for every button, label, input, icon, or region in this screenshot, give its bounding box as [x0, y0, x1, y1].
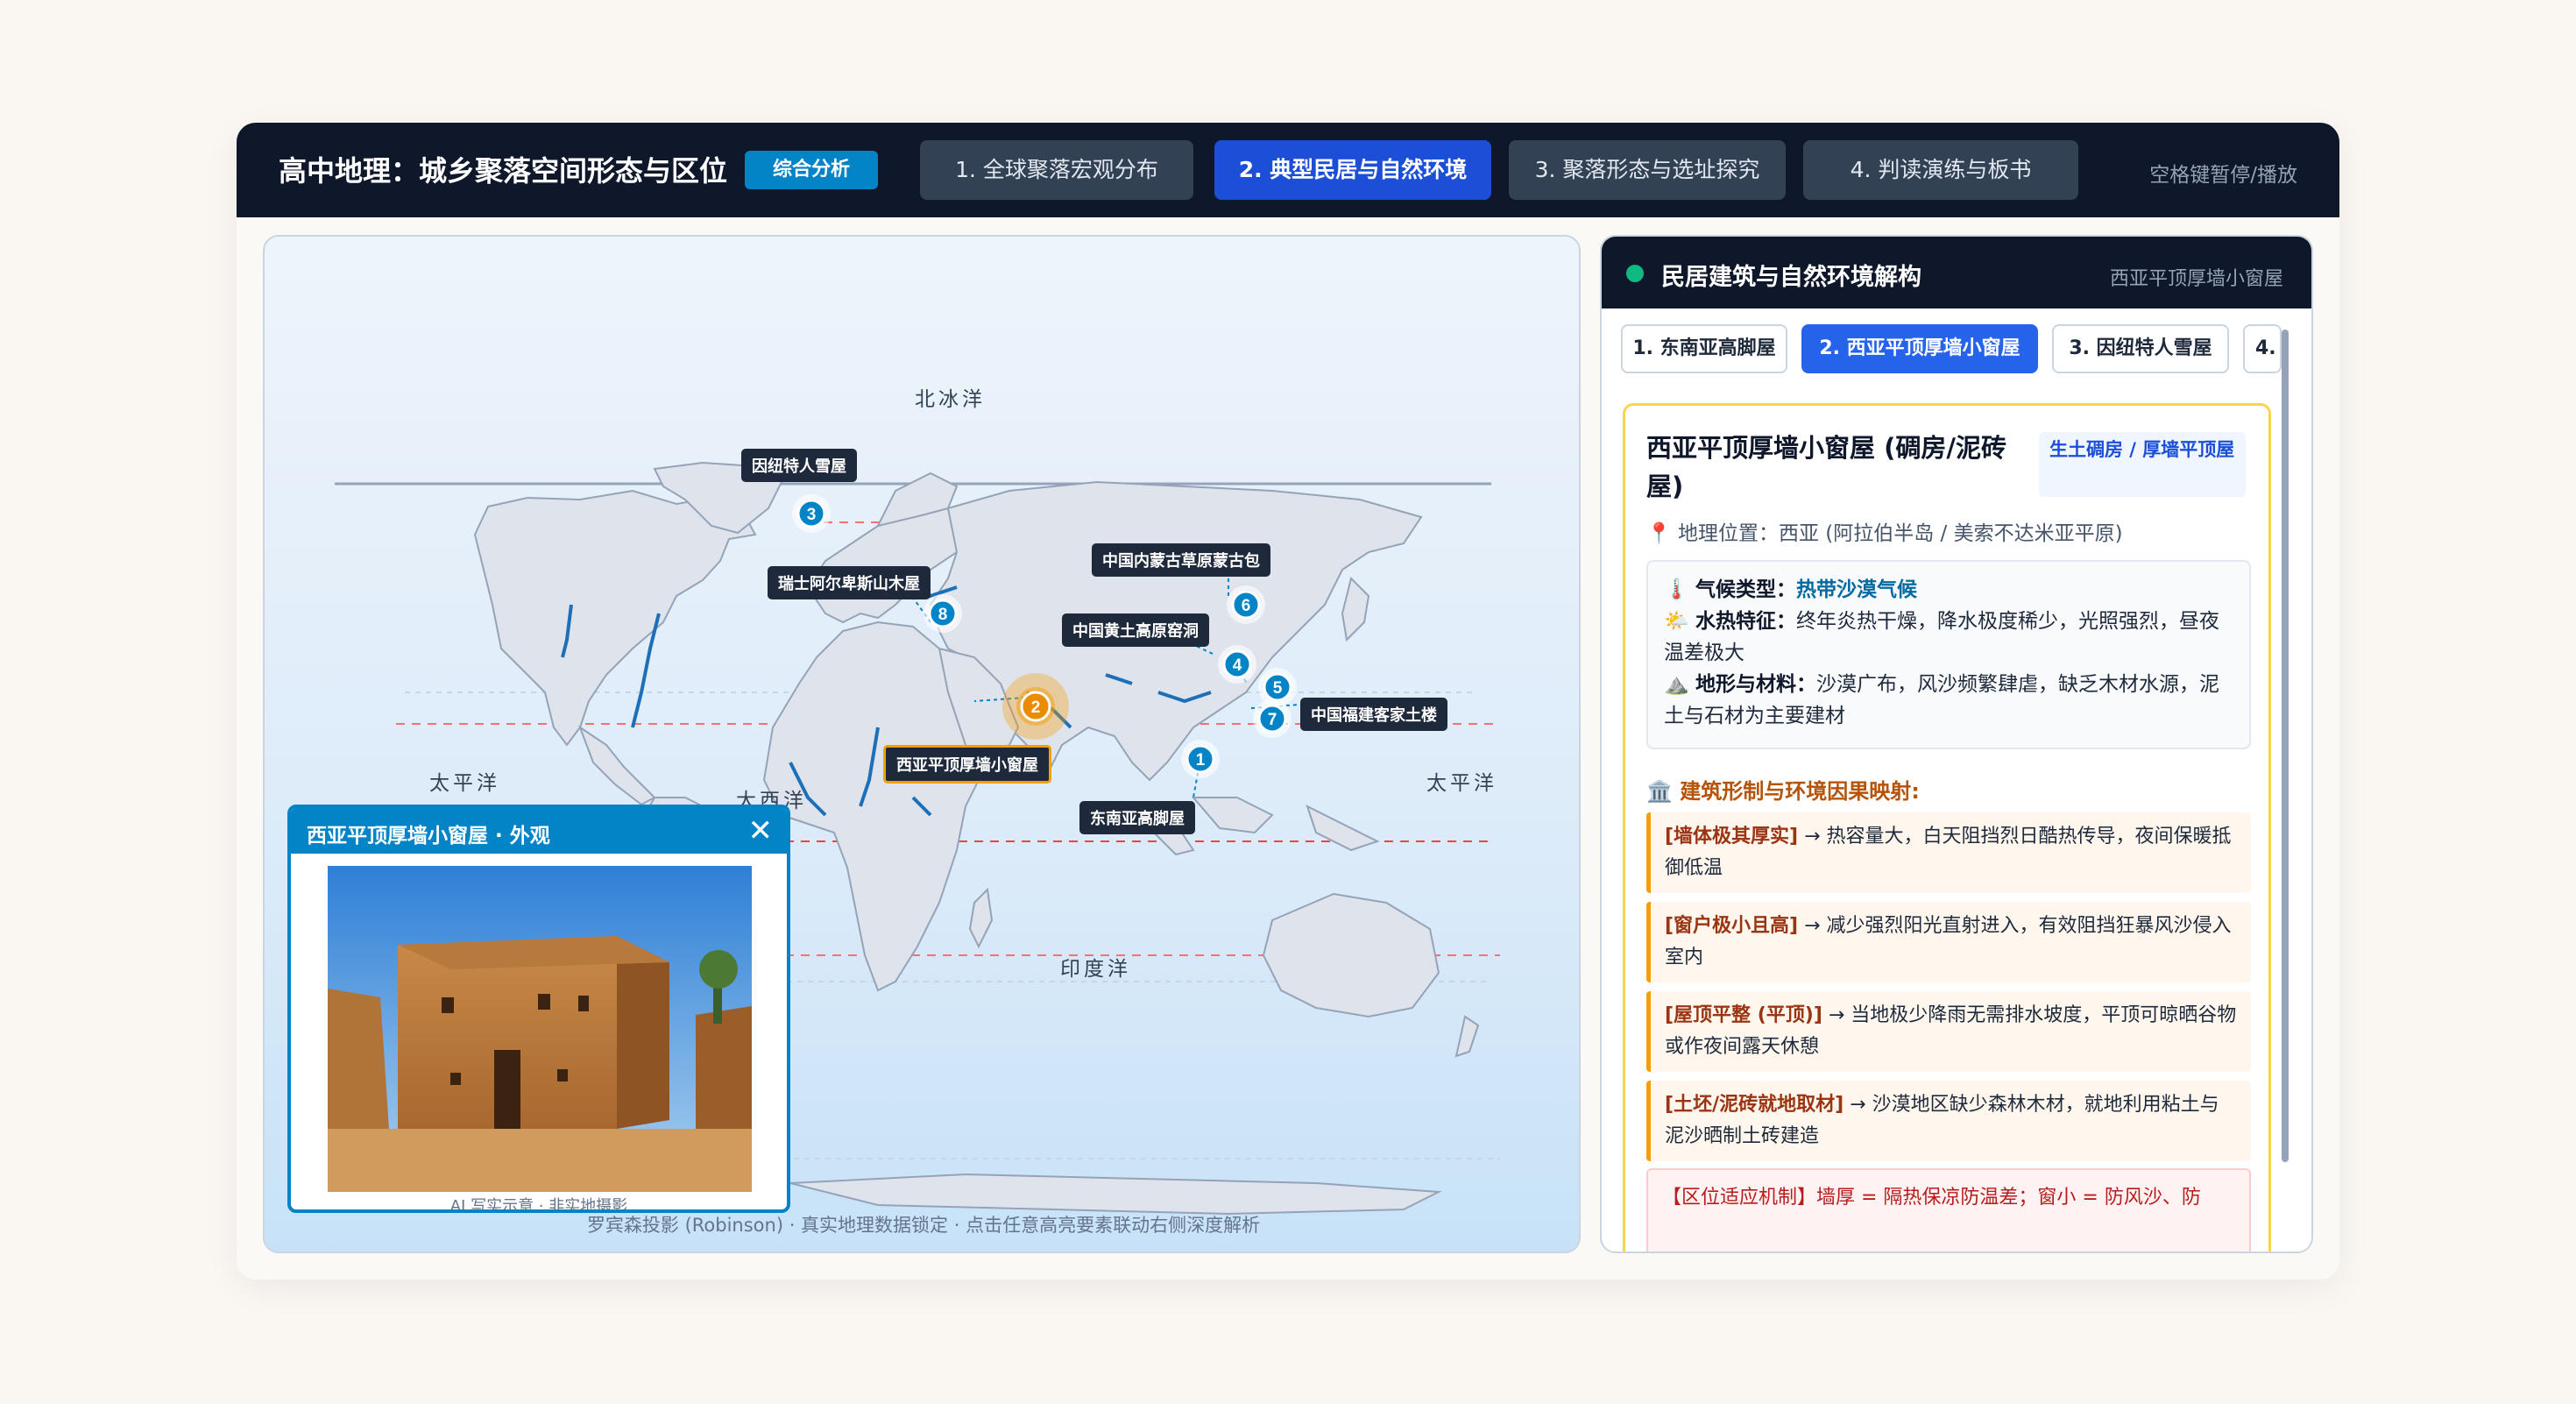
pin-label-west-asia-house[interactable]: 西亚平顶厚墙小窗屋 — [883, 745, 1051, 784]
pin-label-swiss-chalet[interactable]: 瑞士阿尔卑斯山木屋 — [768, 566, 931, 599]
location-row: 📍 地理位置：西亚 (阿拉伯半岛 / 美索不达米亚平原) — [1646, 516, 2123, 546]
central-america — [577, 725, 656, 806]
app-window: 高中地理：城乡聚落空间形态与区位 综合分析 1. 全球聚落宏观分布 2. 典型民… — [237, 123, 2339, 1280]
subtab-inuit-igloo[interactable]: 3. 因纽特人雪屋 — [2052, 324, 2229, 373]
pin-2: 2 — [1020, 691, 1051, 722]
status-dot-icon — [1626, 265, 1644, 282]
madagascar — [968, 887, 994, 949]
dwelling-detail-card: 西亚平顶厚墙小窗屋 (碉房/泥砖屋) 生土碉房 / 厚墙平顶屋 📍 地理位置：西… — [1623, 403, 2271, 1252]
north-america — [473, 489, 757, 747]
terrain-row: ⛰️ 地形与材料：沙漠广布，风沙频繁肆虐，缺乏木材水源，泥土与石材为主要建材 — [1664, 673, 2219, 727]
pin-number: 7 — [1268, 711, 1277, 729]
japan — [1341, 577, 1370, 642]
location-text: 地理位置：西亚 (阿拉伯半岛 / 美索不达米亚平原) — [1677, 522, 2123, 545]
popup-header: 西亚平顶厚墙小窗屋 · 外观 ✕ — [291, 808, 787, 854]
pin-1: 1 — [1181, 740, 1220, 778]
cause-item: [窗户极小且高] → 减少强烈阳光直射进入，有效阻挡狂暴风沙侵入室内 — [1646, 902, 2251, 982]
popup-note: AI 写实示意 · 非实地摄影 — [449, 1197, 628, 1213]
sun-cloud-icon: 🌤️ — [1664, 610, 1689, 633]
close-icon[interactable]: ✕ — [748, 813, 774, 848]
top-bar: 高中地理：城乡聚落空间形态与区位 综合分析 1. 全球聚落宏观分布 2. 典型民… — [237, 123, 2339, 217]
pin-4: 4 — [1218, 645, 1256, 684]
cause-item: [屋顶平整 (平顶)] → 当地极少降雨无需排水坡度，平顶可晾晒谷物或作夜间露天… — [1646, 991, 2251, 1072]
subtab-west-asia-house[interactable]: 2. 西亚平顶厚墙小窗屋 — [1801, 324, 2038, 373]
pin-label-hakka-tulou[interactable]: 中国福建客家土楼 — [1300, 698, 1447, 731]
dwelling-photo-popup: 西亚平顶厚墙小窗屋 · 外观 ✕ AI 写实示意 · 非实地摄影 — [287, 805, 790, 1213]
ocean-label-indian: 印度洋 — [1060, 958, 1131, 981]
cause-item: [墙体极其厚实] → 热容量大，白天阻挡烈日酷热传导，夜间保暖抵御低温 — [1646, 812, 2251, 893]
cause-item: [土坯/泥砖就地取材] → 沙漠地区缺少森林木材，就地利用粘土与泥沙晒制土砖建造 — [1646, 1081, 2251, 1161]
pin-number: 6 — [1242, 597, 1251, 615]
adaptation-mechanism: 【区位适应机制】墙厚 = 隔热保凉防温差；窗小 = 防风沙、防 — [1646, 1168, 2251, 1252]
playback-hint: 空格键暂停/播放 — [2149, 164, 2297, 187]
subtab-stilt-house[interactable]: 1. 东南亚高脚屋 — [1621, 324, 1787, 373]
ocean-label-arctic: 北冰洋 — [915, 388, 986, 411]
panel-header: 民居建筑与自然环境解构 西亚平顶厚墙小窗屋 — [1602, 237, 2311, 308]
new-zealand — [1454, 1015, 1480, 1058]
dwelling-type-tag: 生土碉房 / 厚墙平顶屋 — [2039, 432, 2246, 497]
pin-label-mongolian-yurt[interactable]: 中国内蒙古草原蒙古包 — [1092, 543, 1270, 577]
popup-title: 西亚平顶厚墙小窗屋 · 外观 — [307, 825, 550, 847]
analysis-badge: 综合分析 — [745, 151, 878, 189]
pin-7: 7 — [1253, 699, 1292, 738]
ocean-label-pacific-west: 太平洋 — [429, 772, 500, 795]
causal-section-title: 🏛️ 建筑形制与环境因果映射: — [1646, 779, 1920, 804]
new-guinea — [1306, 805, 1380, 852]
tab-global-distribution[interactable]: 1. 全球聚落宏观分布 — [920, 140, 1193, 200]
pin-number: 3 — [807, 506, 817, 524]
analysis-panel: 民居建筑与自然环境解构 西亚平顶厚墙小窗屋 1. 东南亚高脚屋 2. 西亚平顶厚… — [1600, 235, 2313, 1253]
pin-number: 2 — [1031, 698, 1041, 717]
pin-8: 8 — [924, 594, 962, 633]
pin-label-stilt-house[interactable]: 东南亚高脚屋 — [1079, 801, 1195, 834]
panel-scrollbar[interactable] — [2282, 330, 2289, 1162]
water-heat-row: 🌤️ 水热特征：终年炎热干燥，降水极度稀少，光照强烈，昼夜温差极大 — [1664, 610, 2219, 664]
mountain-icon: ⛰️ — [1664, 673, 1689, 696]
pin-6: 6 — [1227, 585, 1265, 624]
antarctica — [789, 1173, 1442, 1216]
tab-settlement-form[interactable]: 3. 聚落形态与选址探究 — [1509, 140, 1786, 200]
pin-number: 1 — [1196, 751, 1206, 769]
tab-dwellings-environment[interactable]: 2. 典型民居与自然环境 — [1214, 140, 1491, 200]
subtab-loess-cave[interactable]: 4. 黄 — [2243, 324, 2282, 373]
pin-number: 8 — [938, 606, 948, 624]
tab-practice-board[interactable]: 4. 判读演练与板书 — [1803, 140, 2078, 200]
panel-title: 民居建筑与自然环境解构 — [1661, 264, 1921, 291]
app-title: 高中地理：城乡聚落空间形态与区位 — [279, 154, 728, 188]
panel-subtitle: 西亚平顶厚墙小窗屋 — [2109, 268, 2283, 290]
location-pin-icon: 📍 — [1646, 522, 1672, 545]
environment-box: 🌡️ 气候类型：热带沙漠气候 🌤️ 水热特征：终年炎热干燥，降水极度稀少，光照强… — [1646, 560, 2251, 749]
mudbrick-house-photo — [328, 866, 752, 1192]
thermometer-icon: 🌡️ — [1664, 578, 1689, 601]
climate-row: 🌡️ 气候类型：热带沙漠气候 — [1664, 578, 1917, 601]
ocean-label-pacific-east: 太平洋 — [1426, 772, 1497, 795]
borneo — [1191, 797, 1274, 834]
pin-number: 5 — [1273, 679, 1283, 698]
building-icon: 🏛️ — [1646, 779, 1673, 804]
map-caption: 罗宾森投影 (Robinson) · 真实地理数据锁定 · 点击任意高亮要素联动… — [586, 1215, 1261, 1236]
climate-value: 热带沙漠气候 — [1795, 578, 1917, 601]
world-map-panel[interactable]: 1 2 3 4 5 6 7 8 北冰洋 太平洋 大西洋 太平洋 印度洋 因纽特人… — [263, 235, 1581, 1253]
pin-label-loess-cave[interactable]: 中国黄土高原窑洞 — [1062, 613, 1209, 647]
pin-3: 3 — [792, 494, 831, 533]
australia — [1262, 892, 1440, 1018]
dwelling-title: 西亚平顶厚墙小窗屋 (碉房/泥砖屋) — [1646, 433, 2006, 501]
pin-number: 4 — [1233, 656, 1242, 675]
pin-label-inuit-igloo[interactable]: 因纽特人雪屋 — [741, 449, 857, 482]
